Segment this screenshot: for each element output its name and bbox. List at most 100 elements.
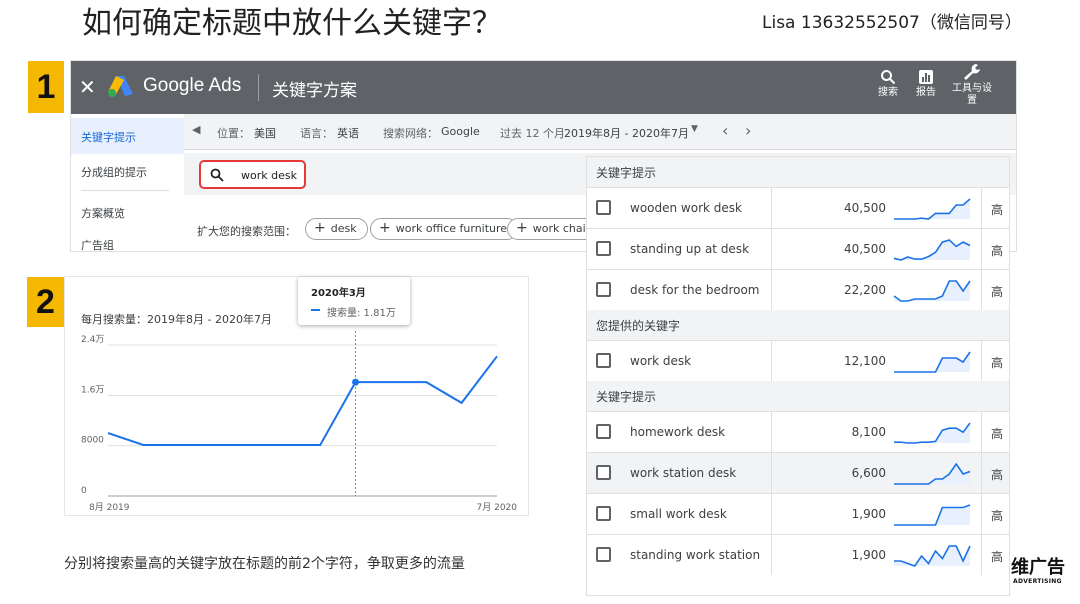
location-value[interactable]: 美国 — [254, 125, 276, 141]
keyword-checkbox[interactable] — [596, 547, 611, 562]
sparkline-area — [894, 423, 970, 443]
keyword-row[interactable]: standing up at desk 40,500 高 — [587, 228, 1009, 269]
search-volume-chart-panel: 每月搜索量：2019年8月 - 2020年7月 0 8000 1.6万 2.4万 8月 … — [64, 276, 529, 516]
column-divider — [771, 453, 772, 493]
tools-settings-button[interactable]: 工具与设置 — [951, 63, 993, 107]
close-icon[interactable]: ✕ — [79, 75, 96, 99]
column-divider — [981, 229, 982, 269]
avg-monthly-searches: 12,100 — [844, 354, 886, 368]
slide-caption: 分别将搜索量高的关键字放在标题的前2个字符，争取更多的流量 — [64, 556, 465, 572]
network-value[interactable]: Google — [441, 125, 480, 138]
avg-monthly-searches: 1,900 — [851, 507, 886, 521]
column-divider — [981, 494, 982, 534]
competition-level: 高 — [991, 468, 1004, 482]
tooltip-value: 搜索量: 1.81万 — [327, 308, 396, 319]
search-icon — [210, 168, 224, 182]
column-divider — [771, 535, 772, 575]
trend-sparkline — [893, 280, 971, 302]
chevron-down-icon[interactable]: ▼ — [691, 124, 698, 134]
keyword-row[interactable]: small work desk 1,900 高 — [587, 493, 1009, 534]
column-divider — [981, 341, 982, 381]
sidebar-item-ad-groups[interactable]: 广告组 — [81, 237, 114, 251]
keyword-search-input[interactable]: work desk — [199, 160, 306, 189]
column-divider — [771, 270, 772, 310]
topbar-divider — [258, 74, 259, 101]
sidebar-item-keyword-ideas[interactable]: 关键字提示 — [71, 118, 184, 154]
keyword-ideas-table: 关键字提示 wooden work desk 40,500 高 standing up … — [586, 156, 1010, 596]
tooltip-title: 2020年3月 — [311, 288, 366, 299]
trend-sparkline — [894, 351, 971, 373]
ads-top-bar: ✕ Google Ads 关键字方案 搜索 报告 工具与设置 — [71, 61, 1016, 114]
keyword-section-header: 关键字提示 — [587, 157, 1009, 187]
column-divider — [771, 341, 772, 381]
chevron-right-icon[interactable]: › — [745, 121, 751, 140]
search-tool-label: 搜索 — [878, 87, 898, 98]
trend-sparkline — [894, 198, 971, 220]
brand-name: Google Ads — [143, 75, 242, 96]
search-tool-button[interactable]: 搜索 — [867, 69, 909, 99]
plus-icon: + — [516, 220, 528, 236]
chevron-left-icon[interactable]: ‹ — [722, 121, 728, 140]
legend-swatch — [311, 309, 320, 311]
wrench-icon — [964, 64, 980, 80]
avg-monthly-searches: 1,900 — [851, 548, 886, 562]
sidebar-item-grouped-ideas[interactable]: 分成组的提示 — [81, 164, 147, 180]
y-tick-label: 2.4万 — [81, 335, 104, 345]
keyword-checkbox[interactable] — [596, 465, 611, 480]
keyword-checkbox[interactable] — [596, 282, 611, 297]
ads-sidebar: 关键字提示 分成组的提示 方案概览 广告组 — [71, 114, 184, 251]
keyword-text: small work desk — [630, 507, 727, 521]
sidebar-divider — [81, 190, 169, 191]
keyword-checkbox[interactable] — [596, 241, 611, 256]
reports-tool-button[interactable]: 报告 — [905, 69, 947, 99]
sidebar-item-plan-overview[interactable]: 方案概览 — [81, 205, 125, 221]
keyword-checkbox[interactable] — [596, 353, 611, 368]
y-tick-label: 1.6万 — [81, 385, 104, 395]
keyword-row[interactable]: wooden work desk 40,500 高 — [587, 187, 1009, 228]
keyword-row[interactable]: desk for the bedroom 22,200 高 — [587, 269, 1009, 310]
brand-watermark: 维广告 ADVERTISING — [1010, 553, 1080, 593]
keyword-row[interactable]: standing work station 1,900 高 — [587, 534, 1009, 575]
column-divider — [771, 188, 772, 228]
avg-monthly-searches: 40,500 — [844, 201, 886, 215]
language-label: 语言： — [300, 127, 333, 140]
competition-level: 高 — [991, 285, 1004, 299]
chart-tooltip: 2020年3月 搜索量: 1.81万 — [298, 277, 410, 325]
filter-bar: ◀ 位置： 美国 语言： 英语 搜索网络： Google 过去 12 个月 20… — [184, 114, 1016, 150]
keyword-text: standing up at desk — [630, 242, 750, 256]
watermark-subtext: ADVERTISING — [1013, 578, 1062, 585]
keyword-section-header: 关键字提示 — [587, 381, 1009, 411]
competition-level: 高 — [991, 427, 1004, 441]
keyword-checkbox[interactable] — [596, 506, 611, 521]
collapse-arrow-icon[interactable]: ◀ — [192, 123, 200, 136]
location-label: 位置： — [217, 127, 250, 140]
reports-tool-label: 报告 — [916, 87, 936, 98]
keyword-search-value: work desk — [241, 169, 297, 182]
column-divider — [771, 229, 772, 269]
column-divider — [981, 412, 982, 452]
chip-work-office-furniture[interactable]: + work office furniture — [370, 218, 519, 240]
period-value[interactable]: 2019年8月 - 2020年7月 — [564, 125, 689, 141]
column-divider — [981, 535, 982, 575]
avg-monthly-searches: 40,500 — [844, 242, 886, 256]
keyword-checkbox[interactable] — [596, 424, 611, 439]
step-badge-1: 1 — [28, 61, 64, 113]
network-label: 搜索网络： — [383, 127, 438, 140]
competition-level: 高 — [991, 509, 1004, 523]
avg-monthly-searches: 8,100 — [851, 425, 886, 439]
keyword-row[interactable]: homework desk 8,100 高 — [587, 411, 1009, 452]
sparkline-area — [894, 352, 970, 372]
slide-title: 如何确定标题中放什么关键字？ — [82, 6, 502, 41]
broaden-search-label: 扩大您的搜索范围： — [197, 225, 296, 238]
step-badge-2: 2 — [27, 277, 64, 327]
keyword-row[interactable]: work desk 12,100 高 — [587, 340, 1009, 381]
series-line — [107, 355, 498, 446]
chip-desk[interactable]: + desk — [305, 218, 368, 240]
column-divider — [771, 412, 772, 452]
language-value[interactable]: 英语 — [337, 125, 359, 141]
keyword-checkbox[interactable] — [596, 200, 611, 215]
keyword-row[interactable]: work station desk 6,600 高 — [587, 452, 1009, 493]
chip-label: work chair — [532, 222, 591, 235]
keyword-section-header: 您提供的关键字 — [587, 310, 1009, 340]
x-tick-label: 8月 2019 — [89, 502, 130, 513]
